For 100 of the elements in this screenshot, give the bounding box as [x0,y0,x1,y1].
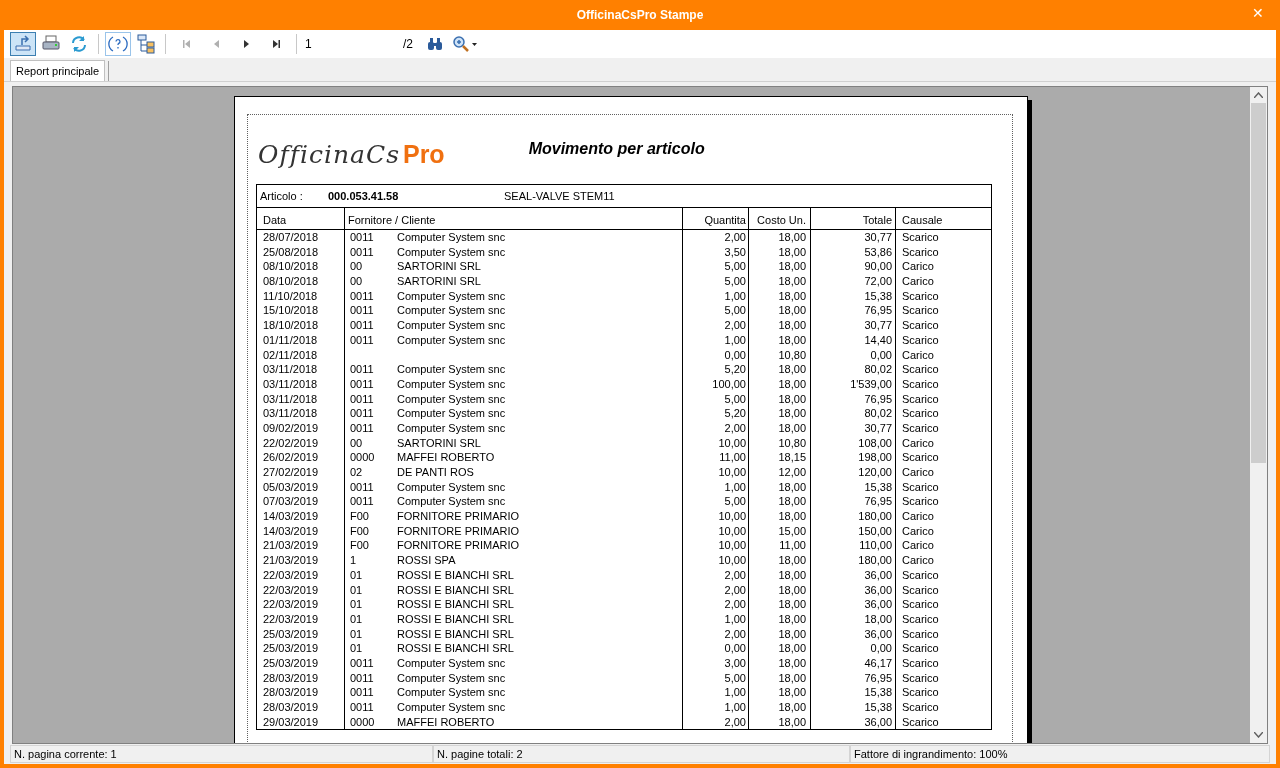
quantity-cell: 10,00 [718,436,746,449]
page-number-field[interactable]: 1 [303,34,399,54]
causale-cell: Scarico [902,598,939,611]
article-description: SEAL-VALVE STEM11 [504,188,615,204]
unit-cost-cell: 18,00 [778,407,806,420]
date-cell: 25/03/2019 [263,642,319,655]
unit-cost-cell: 18,00 [778,421,806,434]
supplier-name-cell: SARTORINI SRL [397,435,481,451]
total-cell: 30,77 [864,421,892,434]
causale-cell: Carico [902,260,934,273]
quantity-cell: 2,00 [724,583,746,596]
causale-cell: Scarico [902,245,939,258]
supplier-code-cell: 01 [350,627,363,640]
supplier-name-cell: MAFFEI ROBERTO [397,714,495,730]
causale-cell: Scarico [902,319,939,332]
quantity-cell: 2,00 [724,231,746,243]
logo-suffix: Pro [402,142,445,167]
supplier-code-cell: 0011 [350,363,374,376]
causale-cell: Scarico [902,627,939,640]
causale-cell: Carico [902,539,934,552]
date-cell: 03/11/2018 [263,377,318,390]
unit-cost-cell: 18,00 [778,701,806,713]
quantity-cell: 1,00 [724,701,746,713]
supplier-code-cell: 00 [350,436,363,449]
supplier-name-cell: Computer System snc [397,685,506,700]
date-cell: 21/03/2019 [263,554,319,567]
date-cell: 22/03/2019 [263,583,319,596]
quantity-cell: 5,00 [724,392,746,405]
date-cell: 27/02/2019 [263,466,319,478]
date-cell: 28/07/2018 [263,231,319,243]
supplier-name-cell: Computer System snc [397,332,506,348]
quantity-cell: 1,00 [724,333,746,346]
quantity-cell: 5,00 [724,260,746,273]
supplier-code-cell: 01 [350,598,363,611]
quantity-cell: 5,00 [724,495,746,508]
total-cell: 18,00 [864,612,892,625]
total-cell: 150,00 [858,524,892,537]
causale-cell: Scarico [902,304,939,317]
total-cell: 198,00 [858,451,892,464]
scroll-thumb[interactable] [1251,103,1266,463]
export-button[interactable] [10,32,36,56]
date-cell: 21/03/2019 [263,539,319,552]
causale-cell: Scarico [902,583,939,596]
quantity-cell: 100,00 [712,377,746,390]
scroll-up-icon[interactable] [1254,92,1263,98]
supplier-name-cell: SARTORINI SRL [397,274,481,289]
causale-cell: Scarico [902,495,939,508]
supplier-name-cell: MAFFEI ROBERTO [397,450,495,465]
date-cell: 29/03/2019 [263,715,319,728]
quantity-cell: 0,00 [724,642,746,655]
unit-cost-cell: 18,00 [778,377,806,390]
date-cell: 25/03/2019 [263,627,319,640]
causale-cell: Scarico [902,568,939,581]
unit-cost-cell: 18,00 [778,392,806,405]
causale-cell: Carico [902,510,934,523]
status-text: N. pagina corrente: 1 [14,746,117,762]
supplier-name-cell: DE PANTI ROS [397,465,474,480]
total-cell: 110,00 [859,539,892,552]
supplier-code-cell: 0011 [350,319,374,332]
quantity-cell: 1,00 [724,289,746,302]
quantity-cell: 3,50 [724,245,746,258]
supplier-name-cell: ROSSI E BIANCHI SRL [397,641,514,656]
unit-cost-cell: 18,00 [778,289,806,302]
column-header: Causale [901,212,944,228]
supplier-name-cell: FORNITORE PRIMARIO [397,538,520,554]
supplier-code-cell: F00 [350,510,369,523]
vertical-scrollbar[interactable] [1250,87,1267,743]
export-icon [13,34,33,54]
supplier-name-cell: Computer System snc [397,303,506,319]
supplier-code-cell: 1 [350,554,357,567]
date-cell: 14/03/2019 [263,510,319,523]
unit-cost-cell: 18,00 [778,671,806,684]
article-label: Articolo : [260,188,304,204]
unit-cost-cell: 18,00 [778,715,806,728]
unit-cost-cell: 18,00 [778,686,806,699]
causale-cell: Scarico [902,363,939,376]
date-cell: 22/03/2019 [263,612,319,625]
quantity-cell: 1,00 [724,612,746,625]
supplier-name-cell: FORNITORE PRIMARIO [397,509,520,524]
causale-cell: Scarico [902,656,939,669]
date-cell: 28/03/2019 [263,686,319,699]
date-cell: 25/08/2018 [263,245,319,258]
causale-cell: Scarico [902,392,939,405]
scroll-down-icon[interactable] [1254,732,1263,738]
help-button[interactable] [105,32,131,56]
tab[interactable]: Report principale [10,60,106,81]
previous-page-icon [213,40,219,48]
supplier-name-cell: ROSSI E BIANCHI SRL [397,611,514,627]
total-cell: 15,38 [864,701,892,713]
supplier-name-cell: ROSSI E BIANCHI SRL [397,582,514,598]
causale-cell: Carico [902,275,934,288]
total-cell: 0,00 [870,348,892,361]
supplier-code-cell: 0011 [350,480,374,493]
supplier-code-cell: 00 [350,260,363,273]
status-text: N. pagine totali: 2 [437,746,523,762]
quantity-cell: 2,00 [724,568,746,581]
causale-cell: Scarico [902,289,939,302]
unit-cost-cell: 12,00 [778,466,806,478]
causale-cell: Scarico [902,642,939,655]
causale-cell: Scarico [902,451,939,464]
